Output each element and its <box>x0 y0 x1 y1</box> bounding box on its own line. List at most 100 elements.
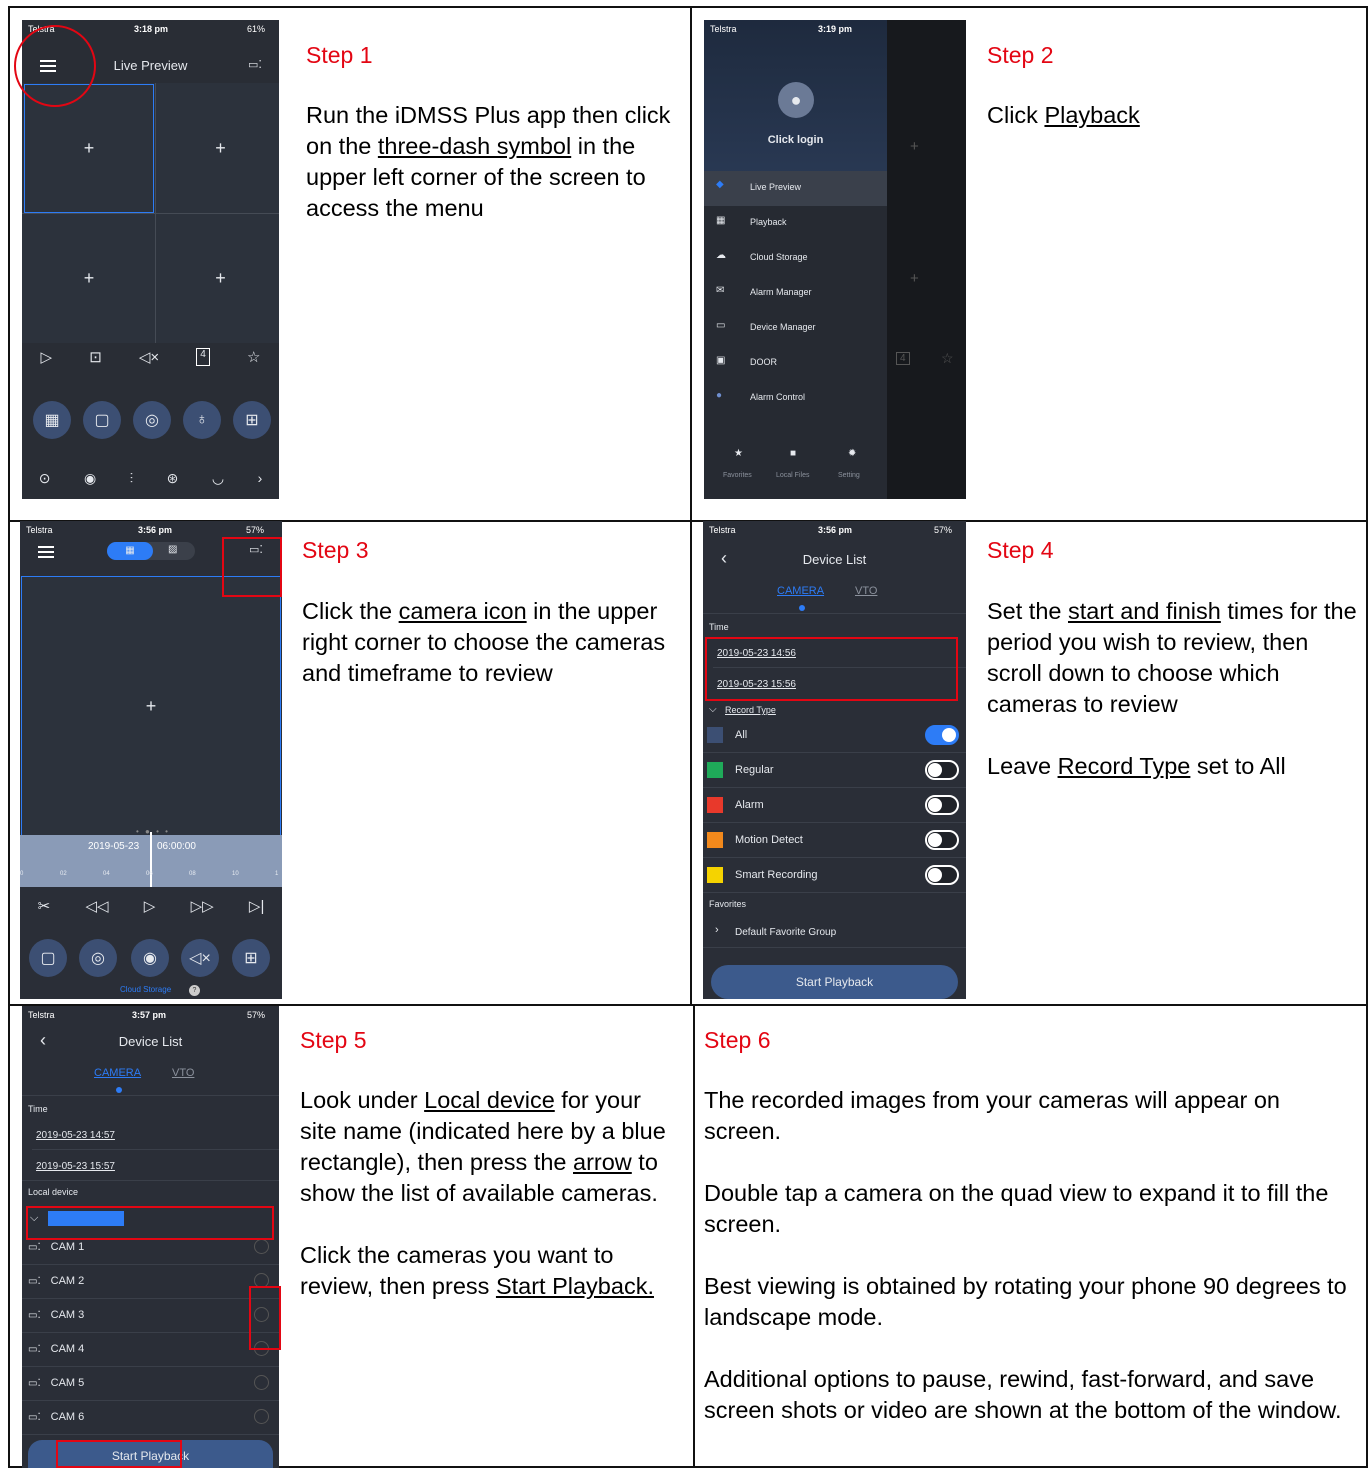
menu-item[interactable]: Live Preview <box>750 182 801 192</box>
color-swatch <box>707 727 723 743</box>
step-instructions: Run the iDMSS Plus app then click on the… <box>306 102 671 221</box>
mic-icon[interactable]: ♁ <box>183 401 221 439</box>
select-radio[interactable] <box>254 1239 269 1254</box>
chart-icon[interactable]: ⊡ <box>89 348 102 366</box>
cloud-icon[interactable]: ◉ <box>131 939 169 977</box>
mute-icon[interactable]: ◁× <box>139 348 159 366</box>
select-radio[interactable] <box>254 1409 269 1424</box>
cloud-storage-link[interactable]: Cloud Storage <box>120 985 171 994</box>
step-title: Step 3 <box>302 537 369 563</box>
toggle-switch[interactable] <box>925 830 959 850</box>
device-icon: ▭ <box>716 320 726 331</box>
video-cell[interactable]: + <box>162 84 279 213</box>
menu-item[interactable]: Alarm Control <box>750 392 805 402</box>
login-link[interactable]: Click login <box>704 134 887 146</box>
layout-icon[interactable]: 4 <box>196 348 210 366</box>
menu-item[interactable]: Playback <box>750 217 787 227</box>
select-radio[interactable] <box>254 1375 269 1390</box>
target-icon[interactable]: ⊙ <box>39 470 51 487</box>
menu-icon[interactable] <box>38 546 54 558</box>
video-icon[interactable]: ▢ <box>29 939 67 977</box>
toggle-switch[interactable] <box>925 865 959 885</box>
menu-item[interactable]: Device Manager <box>750 322 816 332</box>
record-type-toggle[interactable]: Record Type <box>725 705 776 715</box>
alarm-control-icon: ● <box>716 390 723 401</box>
step-instructions: Click Playback <box>987 102 1140 128</box>
bottom-tab[interactable]: Favorites <box>723 472 752 479</box>
color-swatch <box>707 867 723 883</box>
timeline-cursor[interactable] <box>150 832 152 887</box>
snapshot-icon[interactable]: ◎ <box>79 939 117 977</box>
image-icon[interactable]: ▨ <box>168 544 177 555</box>
bottom-tab[interactable]: Local Files <box>776 472 809 479</box>
color-swatch <box>707 832 723 848</box>
camera-select-icon[interactable]: ▭⁚ <box>248 58 262 71</box>
chevron-right-icon[interactable]: › <box>258 470 263 487</box>
step-title: Step 4 <box>987 537 1054 563</box>
mute-icon[interactable]: ◁× <box>181 939 219 977</box>
menu-item[interactable]: Alarm Manager <box>750 287 812 297</box>
camera-row[interactable]: ▭⁚ CAM 4 <box>22 1332 279 1367</box>
end-time-field[interactable]: 2019-05-23 15:57 <box>36 1161 115 1172</box>
toggle-switch[interactable] <box>925 795 959 815</box>
time-label: Time <box>28 1104 48 1114</box>
location-icon[interactable]: ⊛ <box>167 470 179 487</box>
video-cell[interactable]: + <box>162 214 279 343</box>
step-instructions: The recorded images from your cameras wi… <box>704 1087 1347 1423</box>
menu-item[interactable]: DOOR <box>750 357 777 367</box>
tab-camera[interactable]: CAMERA <box>94 1067 141 1079</box>
gear-icon[interactable]: ✹ <box>848 448 856 459</box>
toggle-switch[interactable] <box>925 760 959 780</box>
fast-forward-icon[interactable]: ▷▷ <box>191 897 214 915</box>
scissors-icon[interactable]: ✂ <box>38 897 51 915</box>
video-cell[interactable]: + <box>24 214 154 343</box>
star-icon[interactable]: ☆ <box>247 348 260 366</box>
screen-title: Device List <box>118 1034 183 1049</box>
chevron-down-icon[interactable]: ⌵ <box>709 704 717 715</box>
rewind-icon[interactable]: ◁◁ <box>85 897 108 915</box>
person-icon[interactable]: ● <box>778 82 814 118</box>
mail-icon: ✉ <box>716 285 725 296</box>
play-icon[interactable]: ▷ <box>41 348 53 366</box>
star-icon[interactable]: ★ <box>734 448 743 459</box>
battery: 61% <box>246 24 265 34</box>
camera-icon: ▭⁚ <box>28 1343 41 1355</box>
tab-vto[interactable]: VTO <box>855 585 877 597</box>
snapshot-icon[interactable]: ◎ <box>133 401 171 439</box>
start-time-field[interactable]: 2019-05-23 14:57 <box>36 1130 115 1141</box>
help-icon[interactable]: ? <box>189 985 200 996</box>
ptz-icon[interactable]: ⊞ <box>233 401 271 439</box>
fisheye-icon[interactable]: ◡ <box>212 470 224 487</box>
video-icon[interactable]: ▢ <box>83 401 121 439</box>
tab-camera[interactable]: CAMERA <box>777 585 824 597</box>
video-cell[interactable]: + <box>21 576 281 836</box>
col-divider-top <box>690 8 692 1006</box>
cloud-icon[interactable]: ◉ <box>84 470 96 487</box>
chevron-right-icon[interactable]: › <box>715 924 719 936</box>
bottom-tab[interactable]: Setting <box>838 472 860 479</box>
tab-vto[interactable]: VTO <box>172 1067 194 1079</box>
phone-screenshot-step4: Telstra 3:56 pm 57% ‹ Device List CAMERA V… <box>703 521 966 999</box>
record-icon[interactable]: ▦ <box>33 401 71 439</box>
step-title: Step 1 <box>306 42 373 68</box>
color-swatch <box>707 797 723 813</box>
toggle-switch[interactable] <box>925 725 959 745</box>
video-grid: + + + + <box>22 83 279 343</box>
ptz-icon[interactable]: ⊞ <box>232 939 270 977</box>
camera-row[interactable]: ▭⁚ CAM 5 <box>22 1366 279 1401</box>
camera-icon: ▭⁚ <box>28 1275 41 1287</box>
adjust-icon[interactable]: ⫶ <box>130 470 134 487</box>
playback-mode-toggle[interactable]: ▦ <box>107 542 153 560</box>
camera-row[interactable]: ▭⁚ CAM 3 <box>22 1298 279 1333</box>
live-preview-icon: ◆ <box>716 179 724 190</box>
play-icon[interactable]: ▷ <box>144 897 156 915</box>
door-icon: ▣ <box>716 355 726 366</box>
start-playback-button[interactable]: Start Playback <box>711 965 958 999</box>
camera-row[interactable]: ▭⁚ CAM 2 <box>22 1264 279 1299</box>
favorite-group-item[interactable]: Default Favorite Group <box>735 927 836 938</box>
bottom-toolbar: ⊙ ◉ ⫶ ⊛ ◡ › <box>22 470 279 487</box>
menu-item[interactable]: Cloud Storage <box>750 252 808 262</box>
camera-row[interactable]: ▭⁚ CAM 6 <box>22 1400 279 1435</box>
folder-icon[interactable]: ■ <box>790 448 796 459</box>
skip-icon[interactable]: ▷| <box>249 897 264 915</box>
